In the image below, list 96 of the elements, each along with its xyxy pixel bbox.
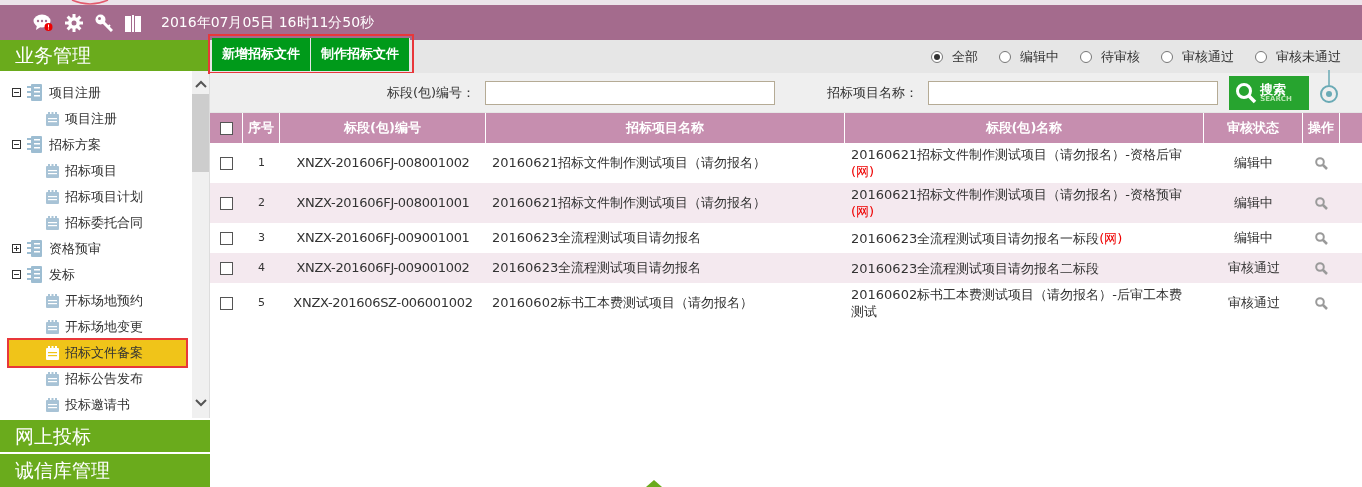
- table-cell-text: 20160602标书工本费测试项目（请勿报名）: [491, 294, 755, 313]
- search-icon[interactable]: [1315, 231, 1328, 245]
- tree-item[interactable]: 开标场地变更: [9, 313, 186, 340]
- radio-label: 审核未通过: [1276, 47, 1341, 66]
- tree-item[interactable]: 招标文件备案: [9, 339, 186, 366]
- table-cell-text: XNZX-201606FJ-009001001: [295, 229, 471, 248]
- scroll-down-icon[interactable]: [194, 397, 207, 408]
- radio-button[interactable]: [1255, 50, 1267, 63]
- table-cell-text: XNZX-201606FJ-009001002: [295, 259, 471, 278]
- settings-icon[interactable]: [65, 13, 83, 32]
- table-cell-text: 4: [257, 259, 266, 276]
- table-cell-text: 审核通过: [1226, 259, 1281, 278]
- table-cell-text: 5: [257, 294, 266, 311]
- radio-label: 编辑中: [1020, 47, 1059, 66]
- tree-item[interactable]: 招标委托合同: [9, 209, 186, 236]
- table-cell-text: 20160621招标文件制作测试项目（请勿报名）: [491, 194, 768, 213]
- list-icon: [27, 136, 43, 154]
- tree-item[interactable]: 项目注册: [9, 105, 186, 132]
- table-cell-text: 编辑中: [1233, 229, 1274, 248]
- field-label: 招标项目名称：: [827, 83, 919, 102]
- key-icon[interactable]: [95, 13, 113, 32]
- checkbox[interactable]: [220, 296, 233, 310]
- radio-label: 审核通过: [1182, 47, 1234, 66]
- table-cell-text: XNZX-201606FJ-008001002: [295, 154, 471, 173]
- list-icon: [27, 84, 43, 102]
- field-label: 标段(包)编号：: [387, 83, 476, 102]
- table-cell-text: 20160602标书工本费测试项目（请勿报名）-后审工本费测试: [851, 286, 1183, 320]
- table-cell-text: 20160623全流程测试项目请勿报名: [491, 259, 703, 278]
- chat-icon[interactable]: [33, 13, 53, 32]
- toolbar-button[interactable]: 制作招标文件: [311, 37, 410, 71]
- checkbox[interactable]: [220, 196, 233, 210]
- list-icon: [27, 240, 43, 258]
- scrollbar[interactable]: [192, 70, 209, 418]
- radio-label: 全部: [952, 47, 978, 66]
- collapse-icon[interactable]: [12, 88, 21, 98]
- expand-up-icon[interactable]: [646, 480, 662, 487]
- toolbar-button[interactable]: 新增招标文件: [212, 37, 311, 71]
- table-cell-text: 编辑中: [1233, 154, 1274, 173]
- table-cell-text: 20160621招标文件制作测试项目（请勿报名）-资格后审 (网): [851, 146, 1183, 180]
- pin-icon[interactable]: [1319, 70, 1340, 105]
- collapse-icon[interactable]: [12, 140, 21, 150]
- notepad-icon: [46, 293, 59, 308]
- search-label: 搜索: [1260, 82, 1287, 96]
- collapse-icon[interactable]: [12, 270, 21, 280]
- scroll-thumb[interactable]: [192, 93, 209, 172]
- input-field[interactable]: [928, 80, 1219, 105]
- notepad-icon: [46, 215, 59, 230]
- table-cell-text: 20160621招标文件制作测试项目（请勿报名）-资格预审 (网): [851, 186, 1183, 220]
- tree-item[interactable]: 招标公告发布: [9, 365, 186, 392]
- table-cell-text: 审核通过: [1226, 294, 1281, 313]
- table-cell-text: 编辑中: [1233, 194, 1274, 213]
- logo-arc-icon: [70, 0, 110, 5]
- table-cell-text: 20160621招标文件制作测试项目（请勿报名）: [491, 154, 768, 173]
- checkbox[interactable]: [220, 156, 233, 170]
- notepad-icon: [46, 319, 59, 334]
- table-cell-text: 1: [257, 154, 266, 171]
- date-time: 2016年07月05日 16时11分50秒: [161, 13, 375, 32]
- radio-button[interactable]: [999, 50, 1011, 63]
- notepad-icon: [46, 397, 59, 412]
- checkbox[interactable]: [220, 261, 233, 275]
- expand-icon[interactable]: [12, 244, 21, 254]
- tree-item[interactable]: 资格预审: [49, 239, 101, 259]
- radio-button[interactable]: [1080, 50, 1092, 63]
- table-cell: 20160623全流程测试项目请勿报名一标段(网): [851, 229, 1123, 247]
- table-cell: 20160623全流程测试项目请勿报名二标段: [851, 259, 1100, 277]
- tree-item[interactable]: 发标: [49, 265, 75, 285]
- search-icon[interactable]: [1315, 261, 1328, 275]
- list-icon: [27, 266, 43, 284]
- tree-item[interactable]: 项目注册: [49, 83, 101, 103]
- radio-button[interactable]: [1161, 50, 1173, 63]
- notepad-icon: [46, 111, 59, 126]
- search-icon[interactable]: [1315, 196, 1328, 210]
- radio-label: 待审核: [1101, 47, 1140, 66]
- checkbox[interactable]: [219, 121, 233, 135]
- table-cell-text: XNZX-201606SZ-006001002: [292, 294, 474, 313]
- search-icon: [1235, 81, 1258, 104]
- search-icon[interactable]: [1315, 296, 1328, 310]
- table-cell-text: 2: [257, 194, 266, 211]
- scroll-up-icon[interactable]: [194, 78, 207, 89]
- notepad-icon: [46, 345, 59, 360]
- notepad-icon: [46, 189, 59, 204]
- tree-item[interactable]: 投标邀请书: [9, 391, 186, 418]
- tree-item[interactable]: 招标项目计划: [9, 183, 186, 210]
- tree-item[interactable]: 招标项目: [9, 157, 186, 184]
- tree-item[interactable]: 开标场地预约: [9, 287, 186, 314]
- checkbox[interactable]: [220, 231, 233, 245]
- table-cell-text: 20160623全流程测试项目请勿报名: [491, 229, 703, 248]
- table-cell-text: 3: [257, 229, 266, 246]
- door-icon[interactable]: [125, 13, 141, 32]
- input-field[interactable]: [485, 80, 776, 105]
- tree-item[interactable]: 招标方案: [49, 135, 101, 155]
- radio-button[interactable]: [931, 50, 943, 63]
- search-icon[interactable]: [1315, 156, 1328, 170]
- notepad-icon: [46, 371, 59, 386]
- notepad-icon: [46, 163, 59, 178]
- table-cell-text: XNZX-201606FJ-008001001: [295, 194, 471, 213]
